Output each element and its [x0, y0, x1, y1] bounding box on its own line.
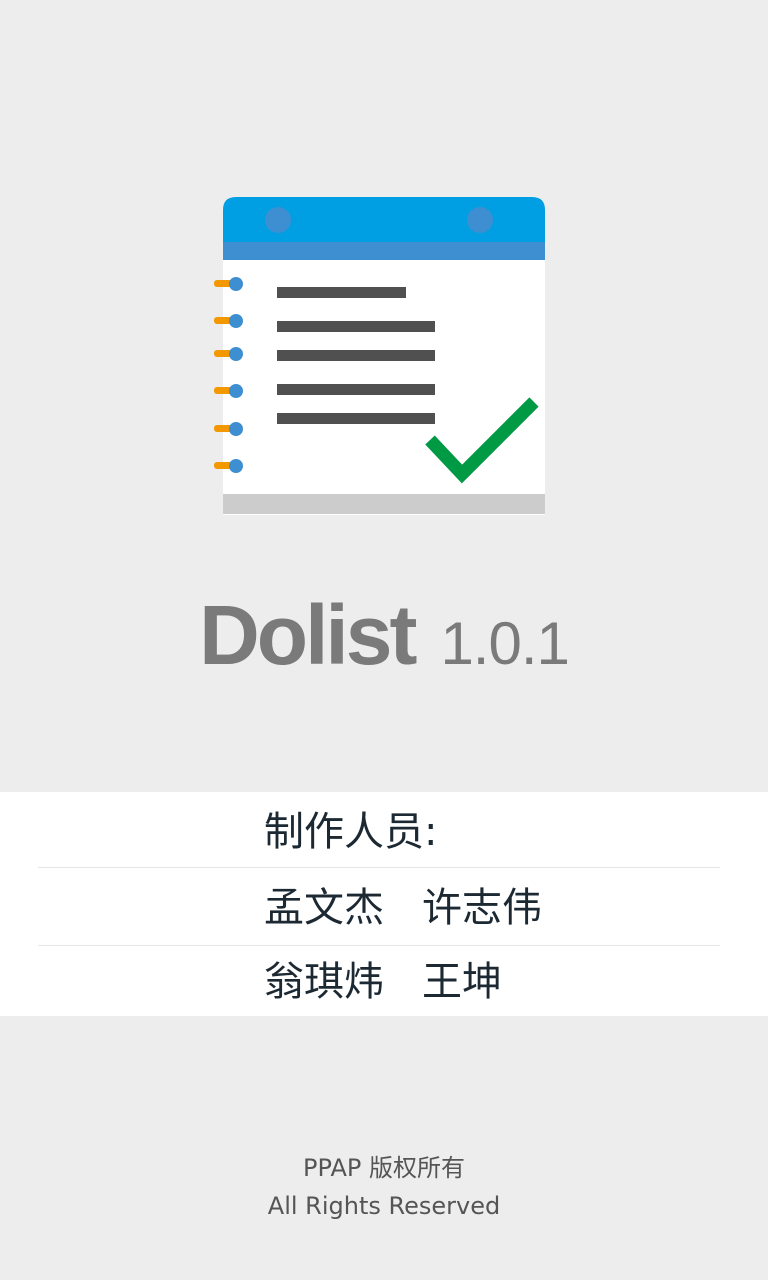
app-name: Dolist	[199, 588, 417, 682]
credits-heading-row: 制作人员:	[0, 792, 768, 867]
credit-name: 许志伟	[422, 885, 542, 931]
credits-heading: 制作人员:	[264, 809, 438, 855]
app-version: 1.0.1	[440, 610, 569, 677]
credit-name: 翁琪炜	[264, 959, 384, 1005]
list-item: 孟文杰 许志伟	[0, 868, 768, 943]
copyright-text: PPAP 版权所有	[303, 1154, 465, 1182]
app-title: Dolist 1.0.1	[0, 585, 768, 685]
list-item: 翁琪炜 王坤	[0, 942, 768, 1017]
credit-name: 孟文杰	[264, 885, 384, 931]
todo-notepad-checkmark-icon	[214, 197, 545, 515]
credit-name: 王坤	[422, 959, 502, 1005]
app-logo	[200, 180, 560, 530]
rights-text: All Rights Reserved	[267, 1192, 501, 1220]
credits-panel: 制作人员: 孟文杰 许志伟 翁琪炜 王坤	[0, 792, 768, 1016]
